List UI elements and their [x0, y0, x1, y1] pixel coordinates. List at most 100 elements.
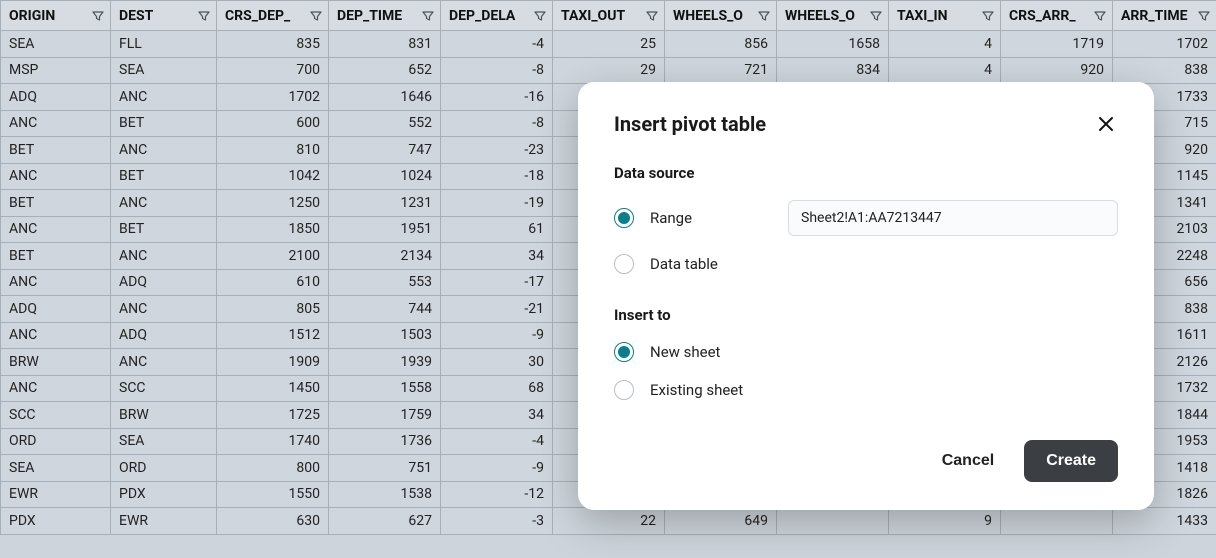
cell-dep_dela[interactable]: -4: [441, 31, 553, 58]
cell-origin[interactable]: ANC: [1, 110, 111, 137]
cell-origin[interactable]: BET: [1, 137, 111, 164]
cell-crs_dep[interactable]: 1725: [217, 402, 329, 429]
column-header-crs_dep[interactable]: CRS_DEP_: [217, 1, 329, 31]
cell-dep_dela[interactable]: -4: [441, 428, 553, 455]
filter-icon[interactable]: [870, 10, 882, 22]
cell-dep_dela[interactable]: -9: [441, 322, 553, 349]
cell-dest[interactable]: ANC: [111, 243, 217, 270]
cell-dest[interactable]: SEA: [111, 57, 217, 84]
cell-dep_dela[interactable]: 34: [441, 402, 553, 429]
column-header-origin[interactable]: ORIGIN: [1, 1, 111, 31]
cell-origin[interactable]: ANC: [1, 216, 111, 243]
cell-origin[interactable]: SCC: [1, 402, 111, 429]
filter-icon[interactable]: [1198, 10, 1210, 22]
cell-origin[interactable]: ANC: [1, 322, 111, 349]
column-header-dep_time[interactable]: DEP_TIME: [329, 1, 441, 31]
cell-dep_time[interactable]: 627: [329, 508, 441, 535]
cell-dep_time[interactable]: 1024: [329, 163, 441, 190]
cell-crs_dep[interactable]: 1909: [217, 349, 329, 376]
cell-dest[interactable]: BRW: [111, 402, 217, 429]
filter-icon[interactable]: [982, 10, 994, 22]
cell-origin[interactable]: SEA: [1, 31, 111, 58]
cell-dep_dela[interactable]: -16: [441, 84, 553, 111]
table-row[interactable]: PDXEWR630627-32264991433: [1, 508, 1216, 535]
cell-dep_time[interactable]: 1538: [329, 481, 441, 508]
cell-dest[interactable]: ANC: [111, 84, 217, 111]
data-table-radio[interactable]: [614, 254, 634, 274]
cell-crs_dep[interactable]: 630: [217, 508, 329, 535]
cell-origin[interactable]: MSP: [1, 57, 111, 84]
filter-icon[interactable]: [758, 10, 770, 22]
table-row[interactable]: SEAFLL835831-4258561658417191702: [1, 31, 1216, 58]
cell-origin[interactable]: ANC: [1, 269, 111, 296]
cell-dep_dela[interactable]: -19: [441, 190, 553, 217]
cell-origin[interactable]: PDX: [1, 508, 111, 535]
cell-crs_dep[interactable]: 610: [217, 269, 329, 296]
cell-dest[interactable]: ORD: [111, 455, 217, 482]
close-icon[interactable]: [1094, 112, 1118, 136]
filter-icon[interactable]: [646, 10, 658, 22]
cell-dep_time[interactable]: 1558: [329, 375, 441, 402]
cell-dep_dela[interactable]: 68: [441, 375, 553, 402]
cell-dest[interactable]: PDX: [111, 481, 217, 508]
cell-crs_dep[interactable]: 1550: [217, 481, 329, 508]
cell-dest[interactable]: ANC: [111, 137, 217, 164]
column-header-dest[interactable]: DEST: [111, 1, 217, 31]
cell-dep_time[interactable]: 1231: [329, 190, 441, 217]
cell-dest[interactable]: BET: [111, 163, 217, 190]
new-sheet-radio[interactable]: [614, 342, 634, 362]
cell-dep_dela[interactable]: -8: [441, 57, 553, 84]
cell-dep_dela[interactable]: -3: [441, 508, 553, 535]
cell-wheels_i[interactable]: 834: [777, 57, 889, 84]
cell-dest[interactable]: SEA: [111, 428, 217, 455]
cell-dest[interactable]: ADQ: [111, 269, 217, 296]
cell-origin[interactable]: ORD: [1, 428, 111, 455]
cell-origin[interactable]: ANC: [1, 375, 111, 402]
cell-dest[interactable]: ADQ: [111, 322, 217, 349]
cell-taxi_out[interactable]: 22: [553, 508, 665, 535]
cell-origin[interactable]: ADQ: [1, 296, 111, 323]
cell-crs_dep[interactable]: 1512: [217, 322, 329, 349]
cell-dest[interactable]: ANC: [111, 349, 217, 376]
cell-crs_arr[interactable]: 1719: [1001, 31, 1113, 58]
cell-dest[interactable]: BET: [111, 110, 217, 137]
cell-dep_time[interactable]: 2134: [329, 243, 441, 270]
cell-crs_dep[interactable]: 1740: [217, 428, 329, 455]
cell-arr_time[interactable]: 838: [1113, 57, 1216, 84]
filter-icon[interactable]: [534, 10, 546, 22]
column-header-taxi_in[interactable]: TAXI_IN: [889, 1, 1001, 31]
cell-dep_time[interactable]: 751: [329, 455, 441, 482]
cell-dep_time[interactable]: 1736: [329, 428, 441, 455]
cell-dep_dela[interactable]: 61: [441, 216, 553, 243]
cell-dep_time[interactable]: 1759: [329, 402, 441, 429]
cell-dep_dela[interactable]: -23: [441, 137, 553, 164]
cell-crs_arr[interactable]: 920: [1001, 57, 1113, 84]
cell-dep_time[interactable]: 1939: [329, 349, 441, 376]
filter-icon[interactable]: [198, 10, 210, 22]
cell-crs_dep[interactable]: 810: [217, 137, 329, 164]
cell-dep_time[interactable]: 1503: [329, 322, 441, 349]
cell-crs_dep[interactable]: 1250: [217, 190, 329, 217]
column-header-wheels_i[interactable]: WHEELS_O: [777, 1, 889, 31]
range-radio[interactable]: [614, 208, 634, 228]
cell-origin[interactable]: ADQ: [1, 84, 111, 111]
cancel-button[interactable]: Cancel: [936, 444, 1000, 478]
cell-crs_dep[interactable]: 835: [217, 31, 329, 58]
cell-taxi_in[interactable]: 9: [889, 508, 1001, 535]
existing-sheet-radio[interactable]: [614, 380, 634, 400]
cell-arr_time[interactable]: 1702: [1113, 31, 1216, 58]
column-header-taxi_out[interactable]: TAXI_OUT: [553, 1, 665, 31]
cell-origin[interactable]: BRW: [1, 349, 111, 376]
cell-crs_dep[interactable]: 1702: [217, 84, 329, 111]
cell-wheels_o[interactable]: 649: [665, 508, 777, 535]
cell-dep_time[interactable]: 552: [329, 110, 441, 137]
range-input[interactable]: [788, 200, 1118, 236]
cell-crs_dep[interactable]: 805: [217, 296, 329, 323]
cell-dep_time[interactable]: 744: [329, 296, 441, 323]
cell-crs_dep[interactable]: 2100: [217, 243, 329, 270]
column-header-crs_arr[interactable]: CRS_ARR_: [1001, 1, 1113, 31]
cell-crs_dep[interactable]: 600: [217, 110, 329, 137]
cell-wheels_o[interactable]: 856: [665, 31, 777, 58]
cell-crs_dep[interactable]: 1450: [217, 375, 329, 402]
column-header-wheels_o[interactable]: WHEELS_O: [665, 1, 777, 31]
